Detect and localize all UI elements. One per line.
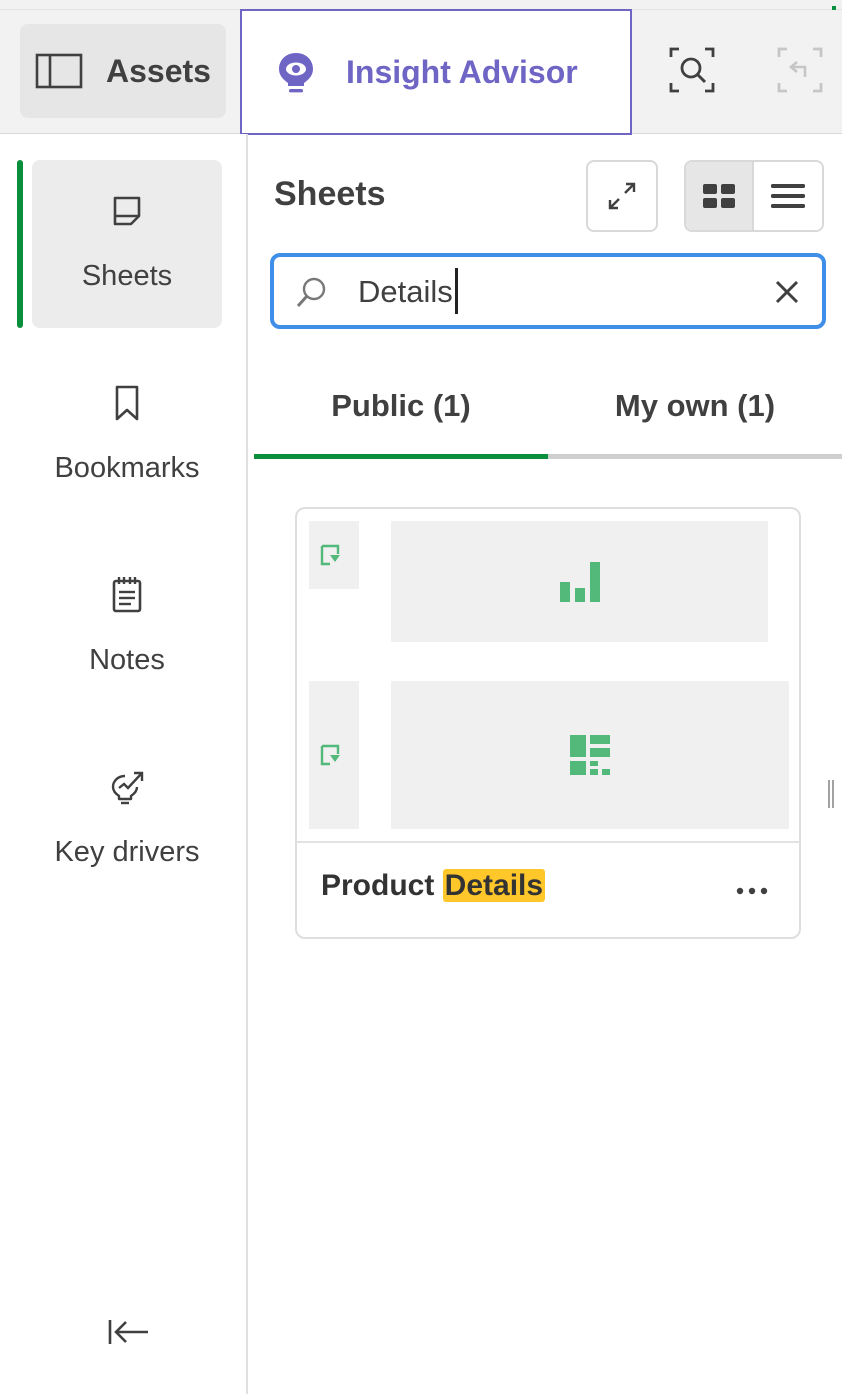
sheet-card[interactable]: Product Details — [295, 507, 801, 939]
key-drivers-icon — [111, 771, 144, 805]
search-input[interactable] — [358, 267, 748, 317]
filter-pane-icon — [320, 544, 340, 566]
assets-button[interactable]: Assets — [20, 24, 226, 118]
filter-pane-icon — [320, 744, 340, 766]
search-match-highlight: Details — [442, 869, 546, 902]
sheet-tabs: Public (1) My own (1) — [254, 358, 842, 460]
list-view-button[interactable] — [754, 162, 822, 230]
nav-item-sheets[interactable]: Sheets — [32, 160, 222, 328]
active-indicator — [17, 160, 23, 328]
assets-navigation: Sheets Bookmarks Notes Key drivers — [0, 134, 248, 1394]
insight-advisor-button[interactable]: Insight Advisor — [240, 9, 632, 135]
view-mode-toggle — [684, 160, 824, 232]
card-divider — [297, 841, 799, 843]
more-options-icon — [736, 887, 768, 895]
sheet-title: Product Details — [321, 869, 546, 903]
lightbulb-eye-icon — [279, 53, 313, 93]
nav-label-bookmarks: Bookmarks — [54, 452, 200, 484]
grid-view-icon — [703, 184, 735, 208]
active-tab-indicator — [254, 454, 548, 459]
thumb-bar-chart — [391, 521, 768, 642]
text-caret — [455, 268, 458, 314]
nav-label-sheets: Sheets — [81, 260, 173, 292]
nav-label-key-drivers: Key drivers — [54, 836, 200, 868]
step-back-button[interactable] — [772, 40, 828, 100]
bookmark-icon — [115, 385, 139, 421]
toolbar-accent-mark — [832, 6, 836, 10]
expand-panel-button[interactable] — [586, 160, 658, 232]
smart-search-button[interactable] — [664, 40, 720, 100]
thumb-filter-strip-2 — [309, 681, 359, 829]
clear-search-icon[interactable] — [770, 275, 804, 309]
list-view-icon — [771, 184, 805, 208]
grid-view-button[interactable] — [686, 162, 754, 230]
search-icon — [296, 277, 326, 308]
nav-item-bookmarks[interactable]: Bookmarks — [32, 352, 222, 520]
more-options-button[interactable] — [729, 869, 775, 913]
collapse-panel-button[interactable] — [102, 1312, 154, 1352]
insight-advisor-label: Insight Advisor — [346, 53, 578, 90]
top-toolbar: Assets Insight Advisor — [0, 0, 842, 135]
assets-label: Assets — [106, 52, 211, 89]
tab-public[interactable]: Public (1) — [254, 358, 548, 454]
sheet-icon — [113, 196, 141, 226]
tab-my-own[interactable]: My own (1) — [548, 358, 842, 454]
sheet-search-box — [270, 253, 826, 329]
step-back-icon — [777, 47, 823, 93]
nav-item-notes[interactable]: Notes — [32, 544, 222, 712]
thumb-table — [391, 681, 789, 829]
table-grid-icon — [570, 735, 610, 775]
collapse-left-icon — [108, 1320, 148, 1344]
panel-resize-handle[interactable] — [826, 778, 836, 810]
panel-icon — [35, 53, 83, 89]
nav-label-notes: Notes — [89, 644, 165, 676]
bar-chart-icon — [559, 561, 600, 602]
expand-icon — [608, 182, 636, 210]
smart-search-icon — [669, 47, 715, 93]
nav-item-key-drivers[interactable]: Key drivers — [32, 736, 222, 904]
panel-title: Sheets — [274, 175, 386, 213]
notes-icon — [112, 577, 142, 613]
sheet-title-prefix: Product — [321, 869, 443, 902]
thumb-filter-strip — [309, 521, 359, 589]
